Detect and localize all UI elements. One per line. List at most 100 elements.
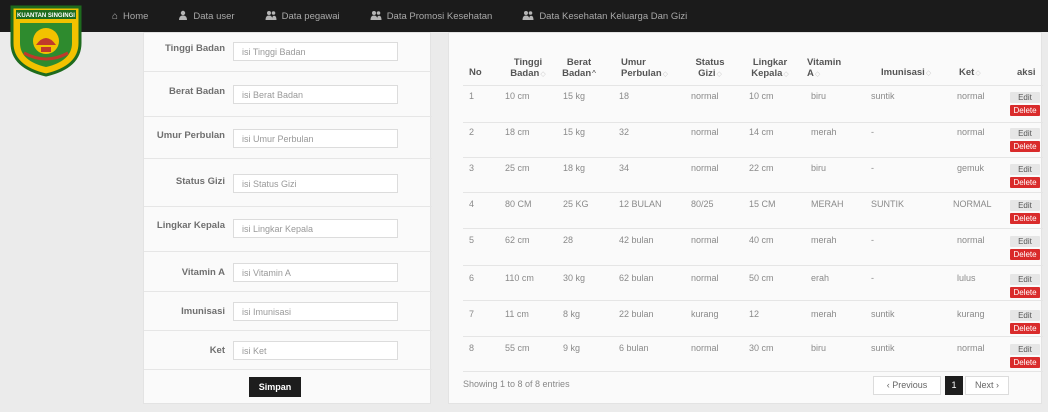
cell-ket: normal (957, 127, 985, 137)
cell-ket: lulus (957, 273, 976, 283)
edit-button[interactable]: Edit (1010, 164, 1040, 175)
edit-button[interactable]: Edit (1010, 128, 1040, 139)
cell-vitamin-a: erah (811, 273, 830, 283)
cell-berat-badan: 30 kg (563, 273, 586, 283)
nav-home[interactable]: ⌂ Home (112, 11, 148, 22)
users-icon (265, 10, 277, 23)
cell-berat-badan: 8 kg (563, 309, 581, 319)
top-navbar: ⌂ Home Data user Data pegawai Data Promos… (0, 0, 1048, 32)
delete-button[interactable]: Delete (1010, 287, 1040, 298)
cell-vitamin-a: MERAH (811, 199, 844, 209)
ket-input[interactable] (233, 341, 398, 360)
sort-icon: ◇ (814, 71, 821, 78)
edit-button[interactable]: Edit (1010, 92, 1040, 103)
cell-umur-perbulan: 22 bulan (619, 309, 654, 319)
edit-button[interactable]: Edit (1010, 274, 1040, 285)
row-divider (463, 228, 1043, 229)
cell-status-gizi: normal (691, 235, 719, 245)
cell-vitamin-a: merah (811, 309, 837, 319)
tinggi-badan-input[interactable] (233, 42, 398, 61)
cell-berat-badan: 15 kg (563, 127, 586, 137)
sort-icon: ◇ (783, 71, 789, 78)
svg-text:KUANTAN SINGINGI: KUANTAN SINGINGI (17, 13, 75, 19)
edit-button[interactable]: Edit (1010, 200, 1040, 211)
user-icon (178, 10, 188, 23)
cell-lingkar-kepala: 50 cm (749, 273, 774, 283)
lingkar-kepala-input[interactable] (233, 219, 398, 238)
cell-tinggi-badan: 25 cm (505, 163, 530, 173)
sort-icon: ◇ (925, 70, 932, 77)
form-divider (144, 369, 432, 370)
edit-button[interactable]: Edit (1010, 236, 1040, 247)
cell-imunisasi: SUNTIK (871, 199, 905, 209)
column-header-status-gizi[interactable]: Status Gizi◇ (695, 57, 725, 80)
cell-tinggi-badan: 10 cm (505, 91, 530, 101)
delete-button[interactable]: Delete (1010, 105, 1040, 116)
vitamin-a-input[interactable] (233, 263, 398, 282)
edit-button[interactable]: Edit (1010, 310, 1040, 321)
cell-vitamin-a: merah (811, 235, 837, 245)
delete-button[interactable]: Delete (1010, 357, 1040, 368)
cell-lingkar-kepala: 15 CM (749, 199, 776, 209)
column-header-no[interactable]: No (469, 67, 482, 78)
berat-badan-input[interactable] (233, 85, 398, 104)
cell-status-gizi: normal (691, 91, 719, 101)
nav-data-pegawai[interactable]: Data pegawai (265, 10, 340, 23)
cell-ket: normal (957, 235, 985, 245)
column-header-umur-perbulan[interactable]: Umur Perbulan◇ (621, 57, 673, 80)
data-table-panel: No Tinggi Badan◇ Berat Badan^ Umur Perbu… (448, 32, 1043, 404)
edit-button[interactable]: Edit (1010, 344, 1040, 355)
table-info: Showing 1 to 8 of 8 entries (463, 379, 570, 389)
cell-imunisasi: suntik (871, 343, 895, 353)
delete-button[interactable]: Delete (1010, 177, 1040, 188)
cell-vitamin-a: merah (811, 127, 837, 137)
delete-button[interactable]: Delete (1010, 323, 1040, 334)
cell-vitamin-a: biru (811, 91, 827, 101)
column-header-tinggi-badan[interactable]: Tinggi Badan◇ (509, 57, 547, 80)
column-header-imunisasi[interactable]: Imunisasi◇ (881, 67, 931, 79)
imunisasi-label: Imunisasi (181, 306, 225, 317)
column-header-vitamin-a[interactable]: Vitamin A◇ (807, 57, 841, 80)
nav-data-promosi-kesehatan[interactable]: Data Promosi Kesehatan (370, 10, 492, 23)
column-header-ket[interactable]: Ket◇ (959, 67, 981, 79)
cell-imunisasi: suntik (871, 91, 895, 101)
nav-data-user[interactable]: Data user (178, 10, 235, 23)
row-divider (463, 300, 1043, 301)
cell-tinggi-badan: 11 cm (505, 309, 529, 319)
kuantan-singingi-logo[interactable]: KUANTAN SINGINGI (8, 3, 84, 77)
delete-button[interactable]: Delete (1010, 249, 1040, 260)
input-form-panel: Tinggi Badan Berat Badan Umur Perbulan S… (143, 32, 432, 404)
delete-button[interactable]: Delete (1010, 141, 1040, 152)
cell-status-gizi: 80/25 (691, 199, 714, 209)
form-divider (144, 116, 432, 117)
form-divider (144, 206, 432, 207)
umur-perbulan-input[interactable] (233, 129, 398, 148)
status-gizi-input[interactable] (233, 174, 398, 193)
imunisasi-input[interactable] (233, 302, 398, 321)
column-header-lingkar-kepala[interactable]: Lingkar Kepala◇ (751, 57, 789, 80)
cell-tinggi-badan: 80 CM (505, 199, 532, 209)
previous-page-button[interactable]: ‹ Previous (873, 376, 941, 395)
row-divider (463, 192, 1043, 193)
cell-berat-badan: 28 (563, 235, 574, 245)
sort-ascending-icon: ^ (592, 69, 596, 78)
next-page-button[interactable]: Next › (965, 376, 1009, 395)
cell-imunisasi: - (871, 163, 874, 173)
cell-umur-perbulan: 42 bulan (619, 235, 654, 245)
cell-tinggi-badan: 55 cm (505, 343, 530, 353)
cell-imunisasi: - (871, 127, 874, 137)
umur-perbulan-label: Umur Perbulan (156, 130, 225, 141)
cell-umur-perbulan: 34 (619, 163, 630, 173)
delete-button[interactable]: Delete (1010, 213, 1040, 224)
cell-no: 4 (469, 199, 475, 209)
form-divider (144, 71, 432, 72)
form-divider (144, 251, 432, 252)
sort-icon: ◇ (540, 71, 546, 78)
cell-umur-perbulan: 12 BULAN (619, 199, 662, 209)
simpan-button[interactable]: Simpan (249, 377, 301, 397)
page-1-button[interactable]: 1 (945, 376, 963, 395)
cell-ket: normal (957, 91, 985, 101)
nav-data-kesehatan-keluarga[interactable]: Data Kesehatan Keluarga Dan Gizi (522, 10, 687, 23)
ket-label: Ket (209, 345, 225, 356)
column-header-berat-badan[interactable]: Berat Badan^ (561, 57, 597, 79)
